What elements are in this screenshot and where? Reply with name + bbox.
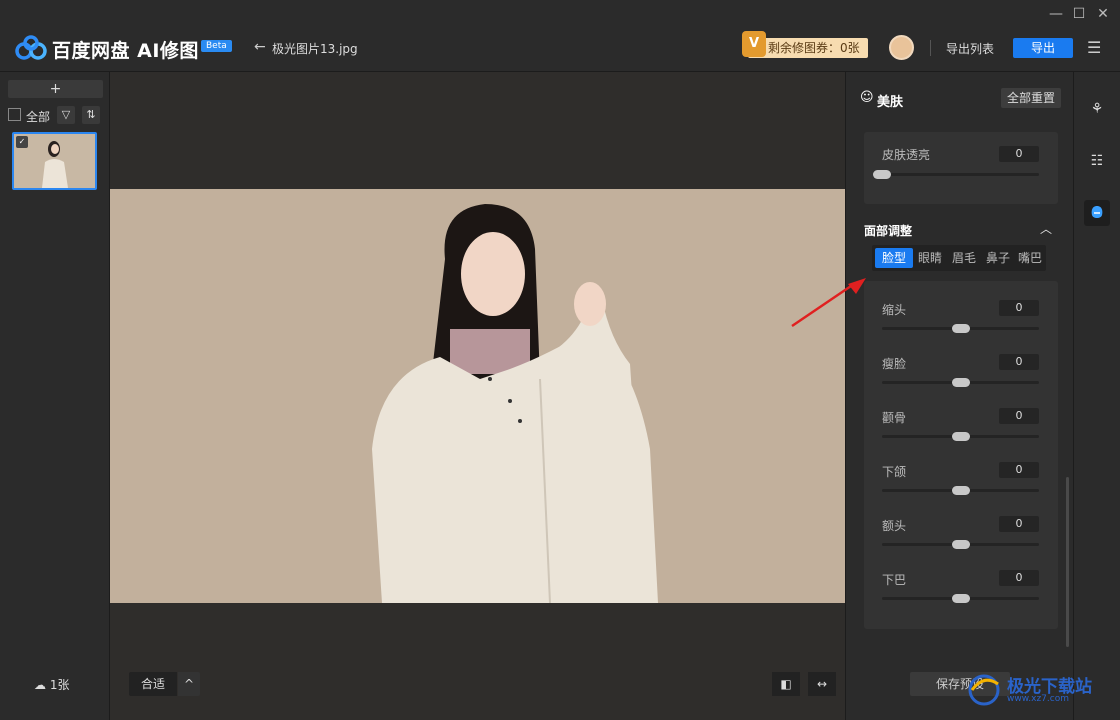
compare-icon[interactable]: ◧ [772, 672, 800, 696]
filters-icon[interactable]: ⚘ [1084, 96, 1110, 122]
check-icon: ✓ [16, 136, 28, 148]
panel-title: 美肤 [877, 95, 904, 110]
tab-mouth[interactable]: 嘴巴 [1015, 248, 1045, 268]
app-logo-icon [15, 35, 47, 60]
photo-count: ☁ 1张 [34, 676, 69, 693]
menu-icon[interactable]: ☰ [1087, 38, 1101, 57]
tab-face-shape[interactable]: 脸型 [875, 248, 913, 268]
slider-thumb[interactable] [951, 378, 970, 387]
app-title: 百度网盘 AI修图 [52, 40, 199, 62]
sort-icon[interactable]: ⇅ [82, 106, 100, 124]
coupon-status[interactable]: 剩余修图券：0张 [748, 38, 868, 58]
close-icon[interactable]: ✕ [1095, 6, 1111, 22]
tab-eyes[interactable]: 眼睛 [913, 248, 947, 268]
beauty-panel: ☺ 美肤 全部重置 皮肤透亮 0 面部调整 ︿ 脸型 眼睛 眉毛 鼻子 嘴巴 缩… [845, 72, 1073, 720]
slider-value[interactable]: 0 [999, 462, 1039, 478]
edited-photo[interactable] [110, 189, 845, 603]
filter-icon[interactable]: ▽ [57, 106, 75, 124]
file-name: 极光图片13.jpg [272, 42, 358, 56]
select-all-label: 全部 [26, 110, 51, 124]
slider-track[interactable] [873, 170, 1039, 179]
tab-nose[interactable]: 鼻子 [981, 248, 1015, 268]
export-button[interactable]: 导出 [1013, 38, 1073, 58]
beauty-tool-glyph [1091, 206, 1103, 218]
slider-track[interactable] [882, 432, 1039, 441]
beta-badge: Beta [201, 40, 232, 52]
maximize-icon[interactable]: ☐ [1071, 6, 1087, 22]
slider-thumb[interactable] [951, 540, 970, 549]
add-image-button[interactable]: + [8, 80, 103, 98]
photo-count-label: 1张 [49, 678, 70, 692]
vip-badge-icon: V [742, 31, 766, 57]
slider-value[interactable]: 0 [999, 570, 1039, 586]
tab-eyebrows[interactable]: 眉毛 [947, 248, 981, 268]
tool-sidebar: ⚘ ☷ [1073, 72, 1120, 720]
slider-track[interactable] [882, 324, 1039, 333]
cloud-icon: ☁ [34, 678, 50, 692]
image-list-sidebar: + 全部 ▽ ⇅ ✓ ☁ 1张 [0, 72, 110, 720]
canvas-area: 合适 ^ ◧ ↔ [110, 72, 845, 720]
annotation-arrow-icon [791, 278, 866, 328]
watermark-url: www.xz7.com [1007, 694, 1069, 704]
slider-track[interactable] [882, 594, 1039, 603]
slider-value[interactable]: 0 [999, 354, 1039, 370]
slider-label: 下巴 [882, 573, 907, 587]
slider-value[interactable]: 0 [999, 300, 1039, 316]
back-arrow-icon[interactable]: ← [254, 39, 266, 55]
slider-thumb[interactable] [951, 324, 970, 333]
slider-thumb[interactable] [951, 486, 970, 495]
slider-label: 皮肤透亮 [882, 148, 931, 162]
avatar[interactable] [889, 35, 914, 60]
slider-thumb[interactable] [951, 432, 970, 441]
slider-value[interactable]: 0 [999, 146, 1039, 162]
beauty-tool-icon[interactable] [1084, 200, 1110, 226]
minimize-icon[interactable]: — [1048, 6, 1064, 22]
face-icon: ☺ [860, 90, 874, 105]
slider-label: 下颌 [882, 465, 907, 479]
face-adjust-card: 缩头 0 瘦脸 0 颧骨 0 下颌 0 额头 0 下巴 0 [864, 281, 1058, 629]
slider-label: 额头 [882, 519, 907, 533]
slider-track[interactable] [882, 486, 1039, 495]
export-list-link[interactable]: 导出列表 [946, 40, 994, 57]
slider-value[interactable]: 0 [999, 408, 1039, 424]
adjust-sliders-icon[interactable]: ☷ [1084, 148, 1110, 174]
slider-value[interactable]: 0 [999, 516, 1039, 532]
skin-card: 皮肤透亮 0 [864, 132, 1058, 204]
face-tabs: 脸型 眼睛 眉毛 鼻子 嘴巴 [872, 245, 1046, 271]
slider-label: 颧骨 [882, 411, 907, 425]
zoom-options-chevron-icon[interactable]: ^ [178, 672, 200, 696]
divider [930, 40, 931, 56]
panel-scrollbar[interactable] [1066, 477, 1069, 647]
chevron-up-icon[interactable]: ︿ [1040, 220, 1052, 237]
slider-thumb[interactable] [951, 594, 970, 603]
split-view-icon[interactable]: ↔ [808, 672, 836, 696]
reset-all-button[interactable]: 全部重置 [1001, 88, 1061, 108]
zoom-fit-button[interactable]: 合适 [129, 672, 177, 696]
image-thumbnail[interactable]: ✓ [12, 132, 97, 190]
select-all-checkbox[interactable] [8, 108, 21, 121]
slider-thumb[interactable] [873, 170, 891, 179]
slider-label: 瘦脸 [882, 357, 907, 371]
face-section-title: 面部调整 [864, 224, 913, 238]
title-bar: — ☐ ✕ 百度网盘 AI修图 Beta ← 极光图片13.jpg 剩余修图券：… [0, 0, 1120, 72]
slider-track[interactable] [882, 540, 1039, 549]
slider-track[interactable] [882, 378, 1039, 387]
slider-label: 缩头 [882, 303, 907, 317]
portrait-image [110, 189, 845, 603]
